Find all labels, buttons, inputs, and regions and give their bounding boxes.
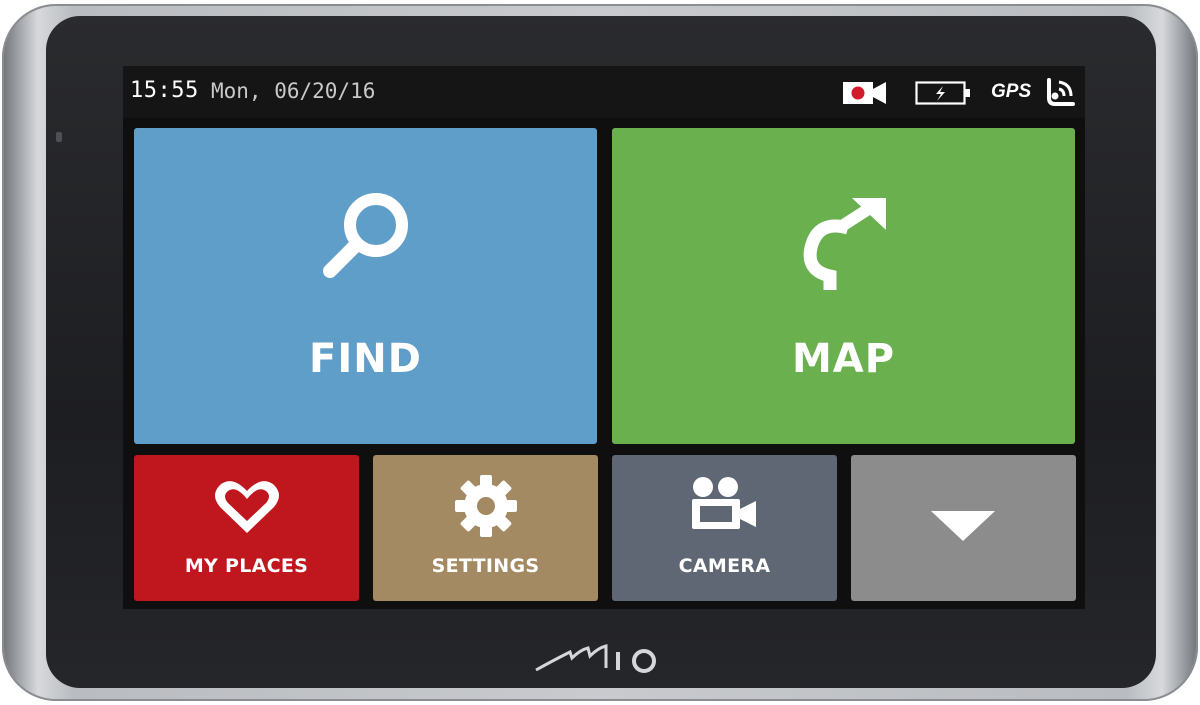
my-places-label: MY PLACES — [184, 555, 309, 577]
map-label: MAP — [791, 336, 896, 382]
mio-logo — [535, 644, 656, 673]
find-label: FIND — [309, 336, 422, 382]
settings-button[interactable]: SETTINGS — [373, 455, 598, 601]
gear-icon — [455, 475, 517, 537]
chevron-down-icon — [931, 511, 995, 541]
gps-label: GPS — [991, 81, 1032, 102]
my-places-button[interactable]: MY PLACES — [134, 455, 359, 601]
more-button[interactable] — [851, 455, 1076, 601]
clock-date: Mon, 06/20/16 — [211, 79, 376, 103]
battery-charging-icon — [915, 81, 970, 105]
status-bar: 15:55 Mon, 06/20/16 GPS — [123, 66, 1085, 118]
camera-recording-icon[interactable] — [842, 80, 888, 106]
map-button[interactable]: MAP — [612, 128, 1075, 444]
settings-label: SETTINGS — [431, 555, 540, 577]
main-menu-screen: 15:55 Mon, 06/20/16 GPS FIND MAP MY PLAC… — [123, 66, 1085, 609]
light-sensor — [56, 132, 62, 142]
camera-button[interactable]: CAMERA — [612, 455, 837, 601]
find-button[interactable]: FIND — [134, 128, 597, 444]
video-camera-icon — [692, 477, 756, 529]
turn-arrow-icon — [803, 198, 886, 290]
search-icon — [323, 193, 408, 278]
camera-label: CAMERA — [678, 555, 771, 577]
gps-signal-icon — [1047, 78, 1075, 106]
clock-time: 15:55 — [130, 78, 199, 103]
heart-icon — [215, 481, 279, 533]
gps-device-frame: 15:55 Mon, 06/20/16 GPS FIND MAP MY PLAC… — [2, 4, 1198, 701]
